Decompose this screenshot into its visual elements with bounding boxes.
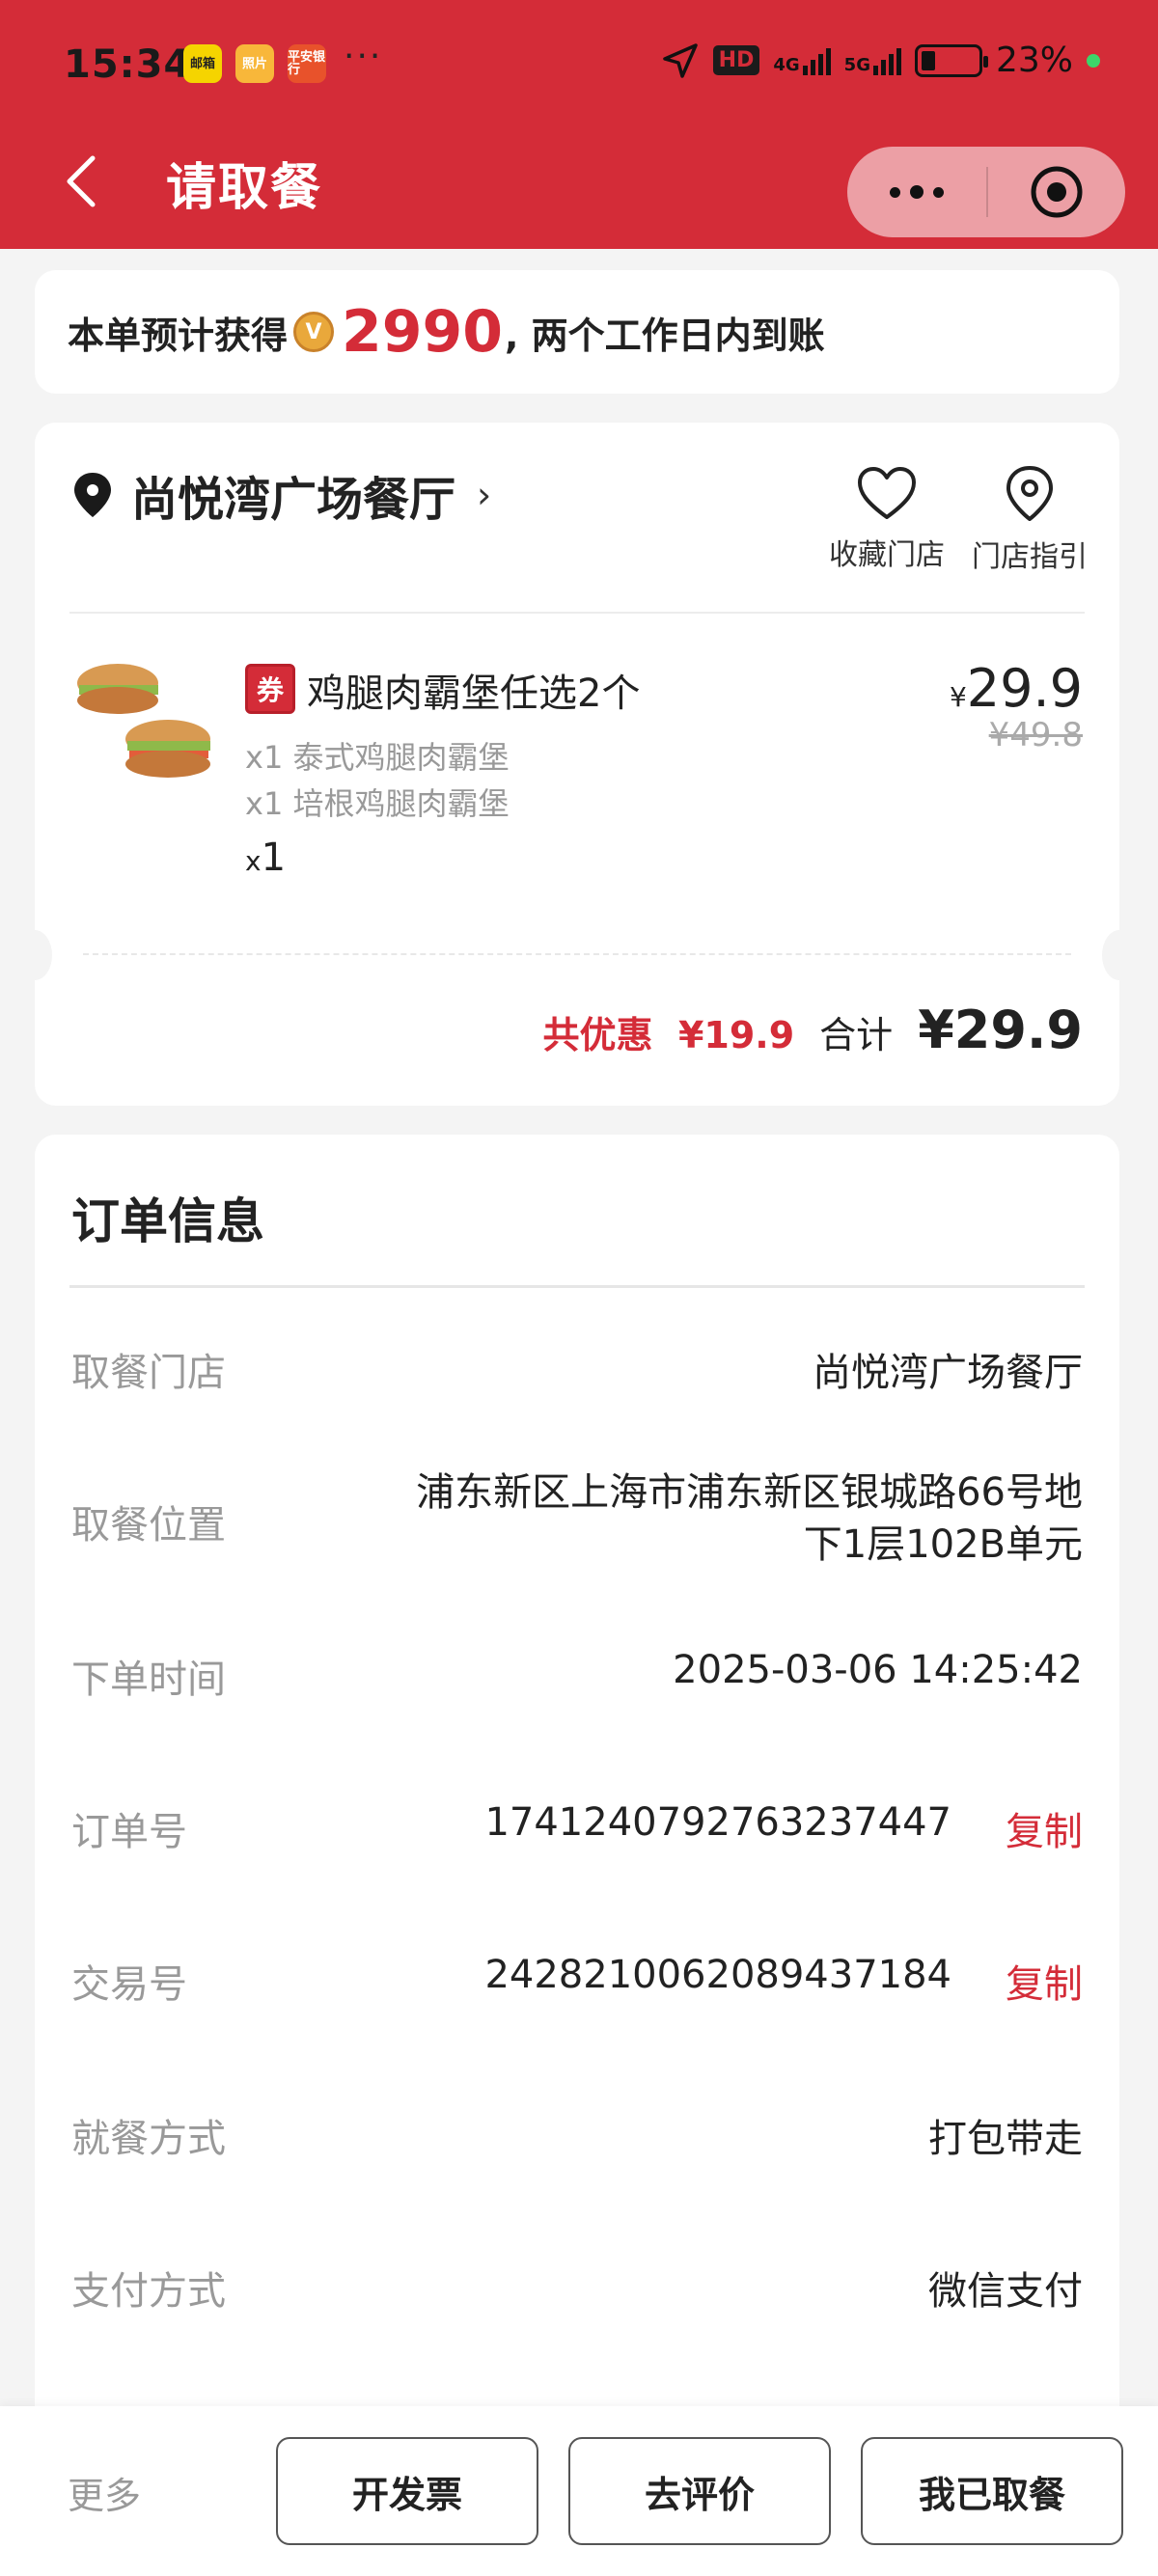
item-name: 鸡腿肉霸堡任选2个 — [307, 671, 641, 716]
transaction-number-value: 2428210062089437184 — [484, 1953, 951, 1997]
review-button[interactable]: 去评价 — [568, 2437, 831, 2545]
photos-app-icon: 照片 — [235, 44, 274, 83]
pickup-store-label: 取餐门店 — [71, 1351, 226, 1395]
page-title: 请取餐 — [166, 159, 323, 217]
battery-percent: 23% — [995, 41, 1073, 80]
price-value: 29.9 — [966, 658, 1083, 719]
transaction-number-label: 交易号 — [71, 1962, 187, 2007]
ticket-notch-right — [1102, 930, 1137, 980]
dining-method-label: 就餐方式 — [71, 2117, 226, 2161]
copy-transaction-number-button[interactable]: 复制 — [1006, 1953, 1083, 2009]
store-name: 尚悦湾广场餐厅 — [131, 473, 456, 527]
favorite-store-label: 收藏门店 — [829, 538, 945, 572]
points-value: 2990 — [342, 298, 504, 366]
more-options-button[interactable] — [847, 147, 986, 237]
order-time-value: 2025-03-06 14:25:42 — [673, 1648, 1083, 1692]
status-bar: 15:34 邮箱 照片 平安银行 ··· HD 4G 5G 23% — [0, 0, 1158, 133]
currency-symbol: ¥ — [949, 681, 967, 713]
invoice-button[interactable]: 开发票 — [276, 2437, 538, 2545]
ticket-notch-left — [17, 930, 52, 980]
burger-product-image — [77, 664, 210, 778]
pickup-location-value: 浦东新区上海市浦东新区银城路66号地 下1层102B单元 — [349, 1466, 1083, 1571]
order-total-row: 共优惠 ¥19.9 合计 ¥29.9 — [542, 1000, 1083, 1060]
signal-5g-icon: 5G — [844, 46, 901, 75]
divider — [69, 612, 1085, 614]
discount-value: ¥19.9 — [677, 1014, 795, 1056]
order-time-label: 下单时间 — [71, 1658, 226, 1702]
points-suffix: , 两个工作日内到账 — [505, 314, 825, 357]
picked-up-button[interactable]: 我已取餐 — [861, 2437, 1123, 2545]
pickup-location-line: 浦东新区上海市浦东新区银城路66号地 — [416, 1470, 1083, 1515]
points-prefix: 本单预计获得 — [68, 314, 289, 357]
order-info-card: 订单信息 取餐门店 尚悦湾广场餐厅 取餐位置 浦东新区上海市浦东新区银城路66号… — [35, 1135, 1119, 2576]
signal-4g-icon: 4G — [773, 46, 831, 75]
total-value: ¥29.9 — [918, 1000, 1083, 1060]
heart-icon — [858, 467, 916, 519]
miniprogram-capsule — [847, 147, 1125, 237]
back-arrow-icon[interactable] — [62, 154, 100, 208]
favorite-store-button[interactable]: 收藏门店 — [824, 465, 950, 573]
map-pin-icon — [1006, 466, 1053, 521]
points-banner: 本单预计获得 V 2990 , 两个工作日内到账 — [35, 270, 1119, 394]
store-guide-label: 门店指引 — [972, 540, 1088, 574]
status-indicators: HD 4G 5G 23% — [661, 41, 1100, 80]
status-app-icons: 邮箱 照片 平安银行 — [183, 44, 326, 83]
order-info-title: 订单信息 — [71, 1193, 264, 1249]
network-4g-label: 4G — [773, 54, 800, 75]
bottom-action-bar: 更多 开发票 去评价 我已取餐 — [0, 2406, 1158, 2576]
battery-icon — [914, 43, 988, 77]
dashed-divider — [83, 953, 1071, 955]
quantity-value: 1 — [261, 836, 287, 880]
copy-order-number-button[interactable]: 复制 — [1006, 1800, 1083, 1856]
location-pin-icon — [74, 473, 111, 517]
item-option: x1 培根鸡腿肉霸堡 — [245, 785, 510, 822]
status-more-dots: ··· — [344, 37, 383, 76]
dining-method-value: 打包带走 — [928, 2117, 1083, 2161]
network-5g-label: 5G — [843, 54, 870, 75]
item-quantity: x1 — [245, 836, 286, 880]
item-option: x1 泰式鸡腿肉霸堡 — [245, 739, 510, 776]
hd-badge: HD — [712, 45, 760, 75]
v-coin-icon: V — [293, 312, 335, 352]
discount-label: 共优惠 ¥19.9 — [542, 1014, 795, 1056]
location-arrow-icon — [662, 42, 698, 78]
pickup-location-line: 下1层102B单元 — [803, 1522, 1083, 1567]
close-miniprogram-button[interactable] — [988, 147, 1125, 237]
order-number-value: 1741240792763237447 — [484, 1800, 951, 1845]
store-guide-button[interactable]: 门店指引 — [967, 465, 1092, 575]
store-link[interactable]: 尚悦湾广场餐厅 › — [71, 461, 491, 529]
quantity-prefix: x — [245, 845, 262, 877]
payment-method-label: 支付方式 — [71, 2269, 226, 2314]
coupon-tag: 券 — [245, 664, 295, 714]
order-summary-card: 尚悦湾广场餐厅 › 收藏门店 门店指引 券 鸡腿肉霸堡任选2个 x1 泰式鸡腿肉… — [17, 423, 1137, 1106]
mail-app-icon: 邮箱 — [183, 44, 222, 83]
status-time: 15:34 — [64, 42, 192, 87]
payment-method-value: 微信支付 — [928, 2269, 1083, 2314]
more-button[interactable]: 更多 — [68, 2466, 141, 2519]
total-label: 合计 — [819, 1014, 894, 1056]
pickup-location-label: 取餐位置 — [71, 1503, 226, 1548]
pingan-bank-app-icon: 平安银行 — [288, 44, 326, 83]
pickup-store-value: 尚悦湾广场餐厅 — [813, 1351, 1083, 1395]
original-price: ¥49.8 — [988, 716, 1083, 754]
order-number-label: 订单号 — [71, 1810, 187, 1854]
privacy-indicator-dot — [1087, 53, 1100, 68]
target-close-icon — [1031, 166, 1083, 218]
chevron-right-icon: › — [477, 474, 492, 516]
divider — [69, 1285, 1085, 1288]
item-price: ¥29.9 — [950, 658, 1083, 719]
